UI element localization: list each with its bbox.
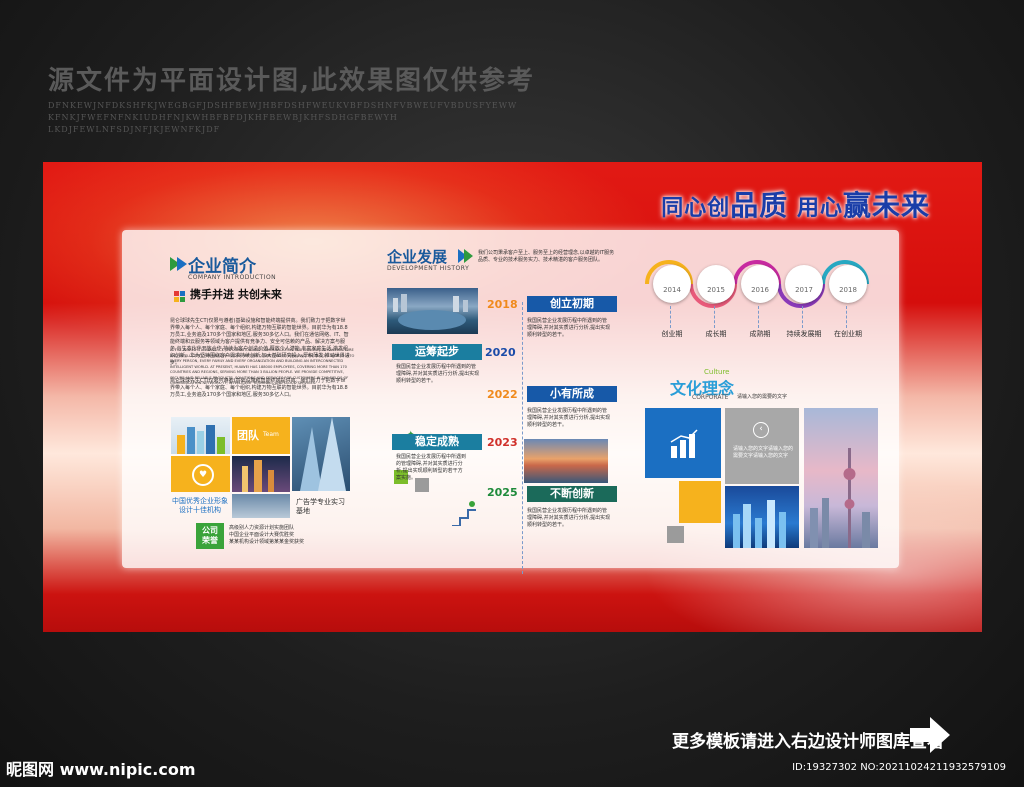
timeline-tick xyxy=(670,306,671,328)
phase-label: 创立初期 xyxy=(527,296,617,312)
sunset-city-image xyxy=(524,439,608,483)
slogan: 同心创品质 用心赢未来 xyxy=(661,184,930,224)
base-text: 广告学专业实习基地 xyxy=(296,498,345,515)
image-id: ID:19327302 NO:20211024211932579109 xyxy=(792,762,1006,773)
phase-body: 我国民营企业发展历程中所遇到的管理障碍,并对其实质进行分析,提出实现顺利转型的若… xyxy=(527,508,611,528)
year-2020: 2020 xyxy=(485,346,516,359)
honor-line: 高级别人力资源计划实施团队 xyxy=(229,525,295,531)
intro-motto: 携手并进 共创未来 xyxy=(190,288,282,301)
slogan-part-d: 赢未来 xyxy=(842,189,930,222)
dev-subtitle: DEVELOPMENT HISTORY xyxy=(387,265,470,272)
year-2018: 2018 xyxy=(487,298,518,311)
more-templates-text: 更多模板请进入右边设计师图库查看 xyxy=(672,732,944,752)
stairs-people-icon xyxy=(452,498,480,527)
night-city-image xyxy=(232,456,290,492)
intro-subtitle: COMPANY INTRODUCTION xyxy=(188,274,277,281)
site-logo: 昵图网 www.nipic.com xyxy=(6,760,196,779)
stage-label: 在创业期 xyxy=(834,330,862,338)
stage-label: 成熟期 xyxy=(749,330,771,338)
heart-icon: ♥ xyxy=(192,464,214,486)
phase-body: 我国民营企业发展历程中所遇到的管理障碍,并对其实质进行分析,提出实现顺利转型的若… xyxy=(527,318,611,338)
watermark-letters: DFNKEWJNFDKSHFKJWEGBGFJDSHFBEWJHBFDSHFWE… xyxy=(48,101,518,134)
color-grid-icon xyxy=(174,287,185,302)
culture-en-2: CORPORATE xyxy=(692,394,729,401)
slogan-part-a: 同心创 xyxy=(661,196,731,221)
phase-label: 稳定成熟 xyxy=(392,434,482,450)
arrow-right-icon-bar xyxy=(910,728,932,742)
honor-lines: 高级别人力资源计划实施团队 中国企业平面设计大赛优胜奖 某某机构设计领域第某某金… xyxy=(229,525,339,546)
slogan-part-c: 用心 xyxy=(796,196,843,221)
stage-label: 创业期 xyxy=(661,330,683,338)
year-circle-2018: 2018 xyxy=(829,265,867,303)
intro-paragraph-3: 昆仑球球先生CT(仅限与遵者)基础设施和智能终端提供商。我们致力于把数字世界带入… xyxy=(170,378,348,398)
timeline-tick xyxy=(802,306,803,328)
slogan-part-b: 品质 xyxy=(730,189,789,222)
city-illustration-image xyxy=(171,417,230,454)
award-text: 中国优秀企业形象设计十佳机构 xyxy=(172,497,228,514)
timeline-tick xyxy=(846,306,847,328)
team-label-en: Team xyxy=(263,431,279,438)
skyscraper-image xyxy=(292,417,350,491)
arrow-right-icon xyxy=(930,717,950,753)
lake-city-image xyxy=(387,288,478,334)
phase-body: 我国民营企业发展历程中所遇到的管理障碍,并对其实质进行分析,提出实现顺利转型的若… xyxy=(527,408,611,428)
timeline-tick xyxy=(758,306,759,328)
year-2025: 2025 xyxy=(487,486,518,499)
year-circle-2017: 2017 xyxy=(785,265,823,303)
year-circle-2016: 2016 xyxy=(741,265,779,303)
year-2022: 2022 xyxy=(487,388,518,401)
blue-city-image xyxy=(725,486,799,548)
phase-label: 小有所成 xyxy=(527,386,617,402)
timeline-line xyxy=(522,302,523,574)
phase-label: 不断创新 xyxy=(527,486,617,502)
year-circle-2014: 2014 xyxy=(653,265,691,303)
stage-label: 成长期 xyxy=(705,330,727,338)
honor-line: 中国企业平面设计大赛优胜奖 xyxy=(229,532,295,538)
phase-label: 运筹起步 xyxy=(392,344,482,360)
tile-text: 请输入您的文字请输入您的需要文字请输入您的文字 xyxy=(733,446,794,459)
year-2023: 2023 xyxy=(487,436,518,449)
decor-square xyxy=(667,526,684,543)
heart-tile: ♥ xyxy=(171,456,230,492)
phase-body: 我国民营企业发展历程中所遇到的管理障碍,并对其实质进行分析,提出实现顺利转型的若… xyxy=(396,364,480,384)
dev-title: 企业发展 xyxy=(387,248,448,266)
arrow-icon xyxy=(458,248,474,263)
tower-city-image xyxy=(804,408,878,548)
glass-building-image xyxy=(232,494,290,518)
decor-square xyxy=(679,481,721,523)
banner-board: 同心创品质 用心赢未来 企业简介 COMPANY INTRODUCTION 携手… xyxy=(43,162,982,632)
content-panel: 企业简介 COMPANY INTRODUCTION 携手并进 共创未来 昆仑球球… xyxy=(122,230,899,574)
honor-label: 公司荣誉 xyxy=(202,526,218,545)
timeline-tick xyxy=(714,306,715,328)
culture-desc: 请输入您的需要的文字 xyxy=(737,394,788,400)
honor-tile: 公司荣誉 xyxy=(196,523,224,549)
stage-label: 持续发展期 xyxy=(786,330,822,338)
bar-chart-icon xyxy=(669,428,699,462)
team-label: 团队 xyxy=(237,429,259,442)
watermark-title: 源文件为平面设计图,此效果图仅供参考 xyxy=(48,66,536,96)
text-tile: ‹ 请输入您的文字请输入您的需要文字请输入您的文字 xyxy=(725,408,799,484)
dev-intro: 我们公司秉承客户至上、服务至上的经营理念,以卓越的IT服务品质、专业的技术服务实… xyxy=(478,250,615,263)
honor-line: 某某机构设计领域第某某金奖获奖 xyxy=(229,539,305,545)
phase-body: 我国民营企业发展历程中所遇到的管理障碍,并对其实质进行分析,提出实现顺利转型的若… xyxy=(396,454,467,481)
chevron-left-icon: ‹ xyxy=(753,422,769,438)
year-circle-2015: 2015 xyxy=(697,265,735,303)
team-tile: 团队 Team xyxy=(232,417,290,454)
chart-tile xyxy=(645,408,721,478)
arrow-icon xyxy=(170,256,188,271)
